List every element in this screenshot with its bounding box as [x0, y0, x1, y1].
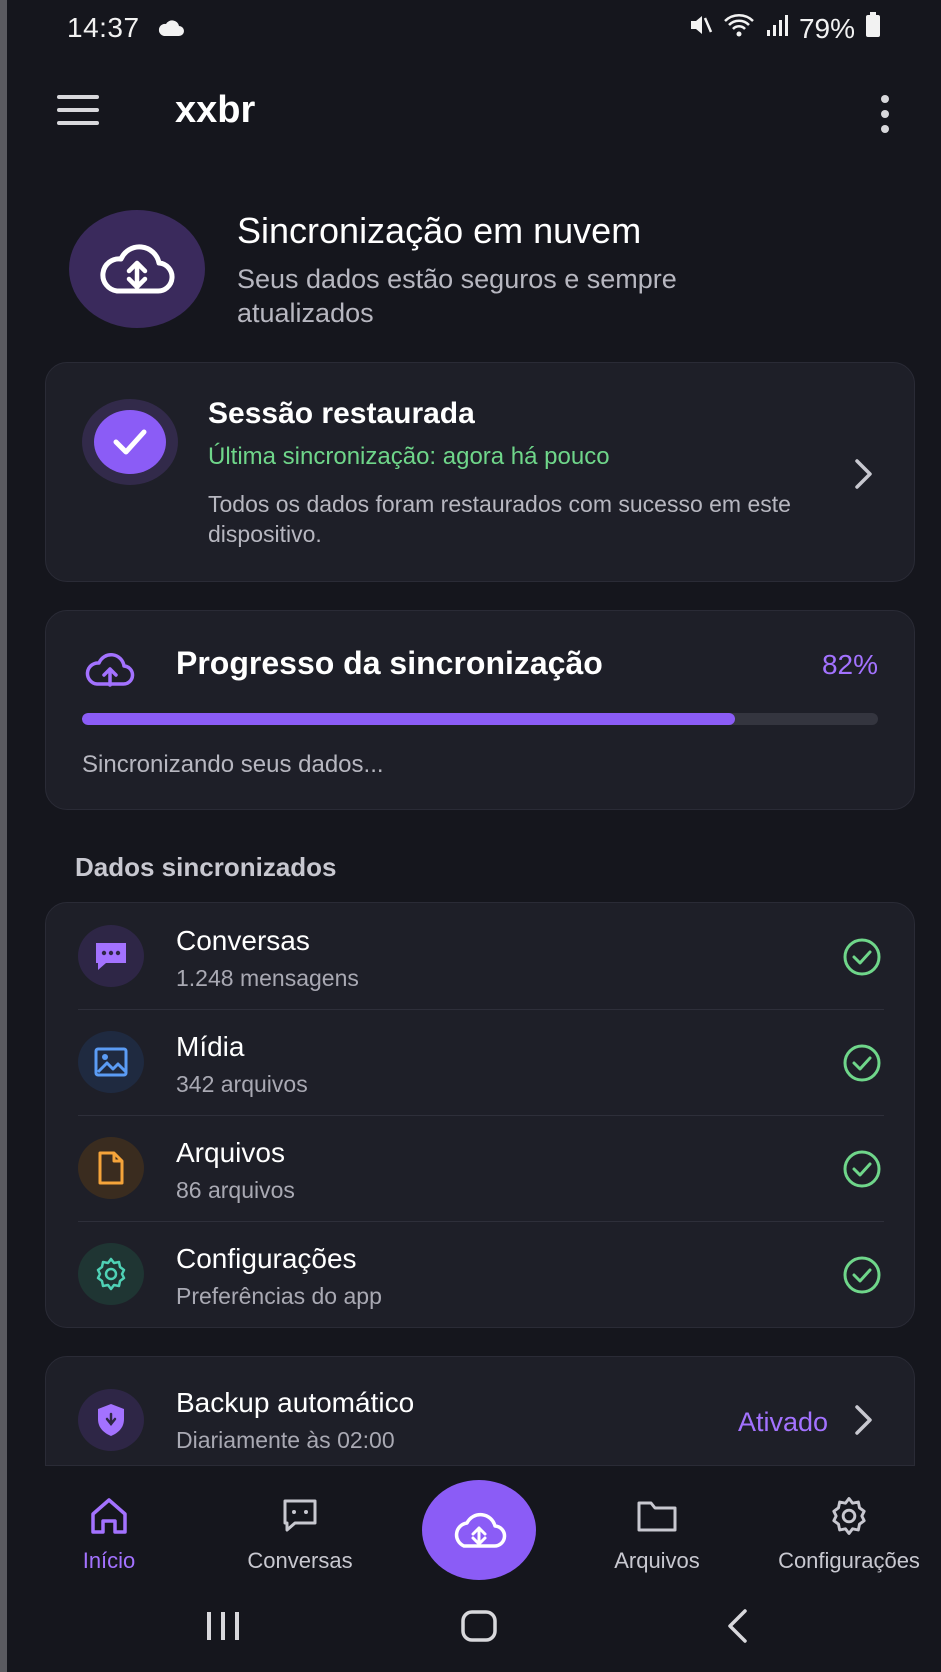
check-icon — [113, 429, 147, 455]
nav-item-inicio[interactable]: Início — [29, 1494, 189, 1574]
nav-item-configuracoes[interactable]: Configurações — [767, 1494, 931, 1574]
app-bar: xxbr — [7, 75, 941, 155]
status-time: 14:37 — [67, 12, 140, 43]
hamburger-menu-icon[interactable] — [57, 95, 107, 135]
session-restored-card[interactable]: Sessão restaurada Última sincronização: … — [45, 362, 915, 582]
screen: 14:37 79% xxbr Sincronização em nuvem Se… — [0, 0, 941, 1672]
chat-icon — [78, 925, 144, 987]
cloud-sync-icon — [454, 1512, 507, 1548]
check-circle-icon — [842, 937, 882, 982]
check-circle-icon — [842, 1149, 882, 1194]
progress-bar — [82, 713, 878, 725]
nav-label: Arquivos — [614, 1548, 700, 1573]
nav-item-arquivos[interactable]: Arquivos — [577, 1494, 737, 1574]
cloud-sync-fab[interactable] — [422, 1480, 536, 1580]
list-item-title: Mídia — [176, 1031, 245, 1062]
mute-icon — [687, 12, 713, 45]
hero-subtitle: Seus dados estão seguros e sempre atuali… — [237, 264, 677, 328]
gear-icon — [767, 1494, 931, 1538]
progress-status: Sincronizando seus dados... — [82, 751, 384, 778]
backup-schedule: Diariamente às 02:00 — [176, 1427, 395, 1453]
synced-data-list: Conversas 1.248 mensagens Mídia 342 arqu… — [45, 902, 915, 1328]
list-item-subtitle: 342 arquivos — [176, 1071, 308, 1097]
list-item-subtitle: Preferências do app — [176, 1283, 382, 1309]
back-icon[interactable] — [719, 1606, 759, 1651]
status-bar: 14:37 79% — [7, 0, 941, 60]
sync-progress-card: Progresso da sincronização 82% Sincroniz… — [45, 610, 915, 810]
list-item-midia[interactable]: Mídia 342 arquivos — [46, 1009, 914, 1115]
cloud-sync-icon — [69, 210, 205, 328]
progress-percent: 82% — [821, 649, 878, 680]
wifi-icon — [723, 12, 755, 45]
session-description: Todos os dados foram restaurados com suc… — [208, 491, 791, 547]
auto-backup-card[interactable]: Backup automático Diariamente às 02:00 A… — [45, 1356, 915, 1466]
session-title: Sessão restaurada — [208, 397, 475, 430]
nav-item-conversas[interactable]: Conversas — [220, 1494, 380, 1574]
recent-apps-icon[interactable] — [203, 1606, 243, 1651]
section-label-synced-data: Dados sincronizados — [75, 852, 337, 882]
battery-text: 79% — [798, 12, 855, 44]
home-icon — [29, 1494, 189, 1538]
signal-icon — [765, 13, 789, 45]
file-icon — [78, 1137, 144, 1199]
status-icons: 79% — [687, 12, 881, 45]
cloud-upload-icon — [84, 649, 136, 694]
check-circle-icon — [842, 1255, 882, 1300]
backup-status: Ativado — [737, 1407, 828, 1437]
battery-icon — [865, 12, 881, 45]
list-item-conversas[interactable]: Conversas 1.248 mensagens — [46, 903, 914, 1009]
system-navigation-bar — [7, 1590, 941, 1672]
bottom-navigation: Início Conversas Arquivos Configurações — [7, 1476, 941, 1586]
shield-icon — [78, 1389, 144, 1451]
list-item-title: Arquivos — [176, 1137, 285, 1168]
hero-title: Sincronização em nuvem — [237, 210, 642, 251]
chevron-right-icon — [852, 457, 876, 496]
nav-label: Conversas — [247, 1548, 353, 1573]
chat-icon — [220, 1494, 380, 1538]
session-badge — [82, 399, 178, 485]
nav-label: Configurações — [778, 1548, 920, 1573]
nav-label: Início — [82, 1548, 136, 1573]
cloud-icon — [157, 16, 185, 43]
progress-bar-fill — [82, 713, 735, 725]
chevron-right-icon — [852, 1403, 876, 1442]
progress-title: Progresso da sincronização — [176, 645, 603, 681]
gear-icon — [78, 1243, 144, 1305]
check-circle-icon — [842, 1043, 882, 1088]
list-item-arquivos[interactable]: Arquivos 86 arquivos — [46, 1115, 914, 1221]
backup-title: Backup automático — [176, 1387, 415, 1418]
more-vertical-icon[interactable] — [875, 95, 895, 135]
list-item-configuracoes[interactable]: Configurações Preferências do app — [46, 1221, 914, 1327]
list-item-title: Configurações — [176, 1243, 357, 1274]
list-item-subtitle: 1.248 mensagens — [176, 965, 359, 991]
folder-icon — [577, 1494, 737, 1538]
last-sync-text: Última sincronização: agora há pouco — [208, 443, 610, 470]
list-item-subtitle: 86 arquivos — [176, 1177, 295, 1203]
image-icon — [78, 1031, 144, 1093]
app-title: xxbr — [175, 89, 256, 131]
list-item-title: Conversas — [176, 925, 310, 956]
home-button-icon[interactable] — [459, 1606, 499, 1651]
